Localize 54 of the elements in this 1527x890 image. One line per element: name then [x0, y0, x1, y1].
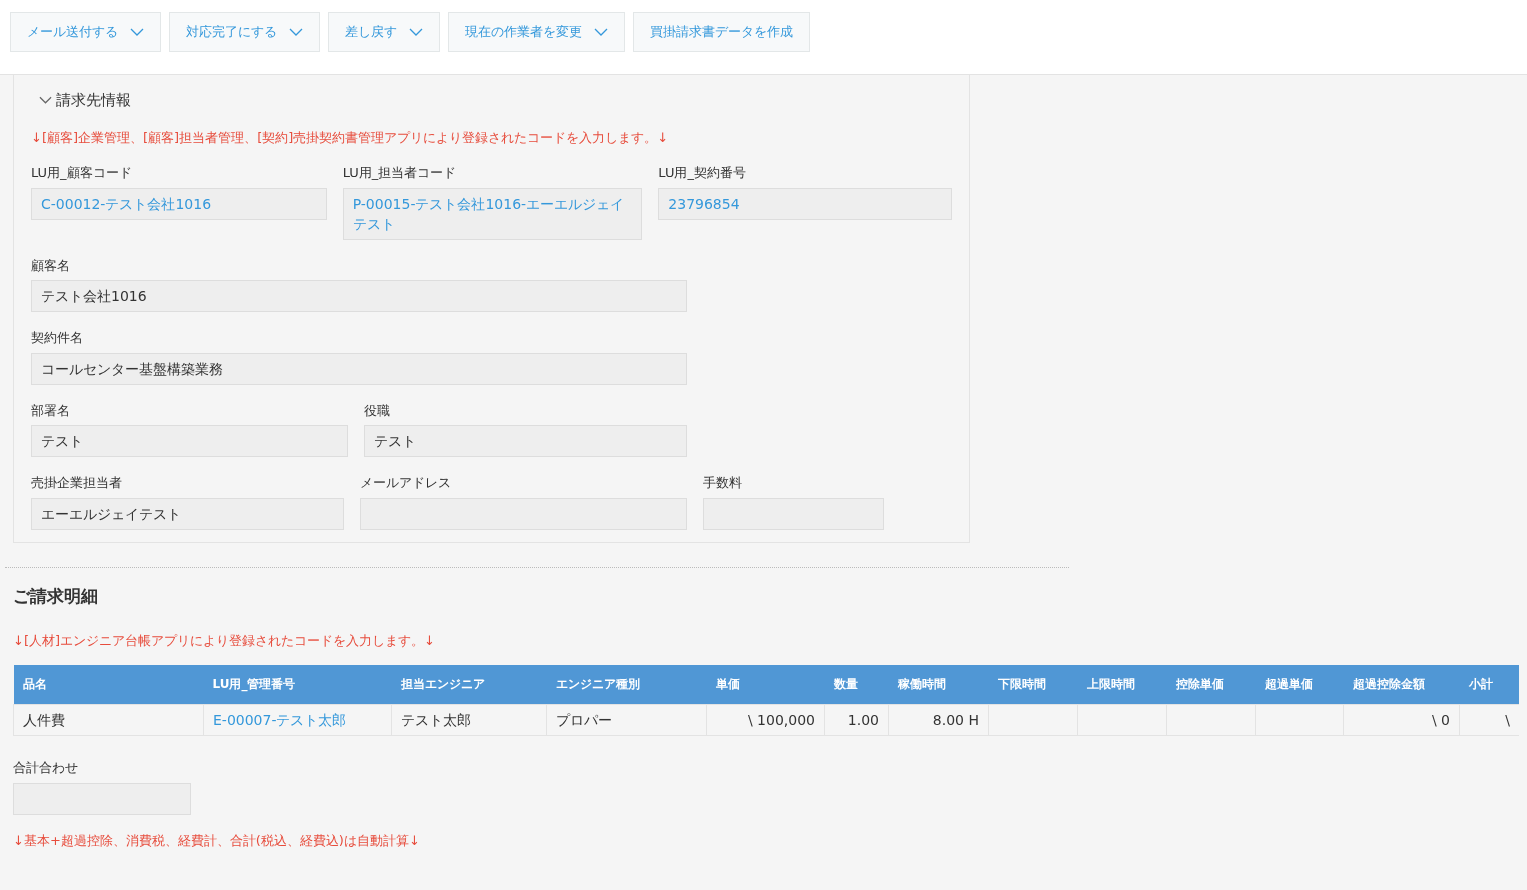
field-label: 売掛企業担当者 — [31, 474, 123, 492]
column-header: 担当エンジニア — [391, 664, 547, 705]
field-label: 契約件名 — [31, 329, 84, 347]
table-cell: 人件費 — [13, 704, 204, 736]
column-header: 上限時間 — [1077, 664, 1167, 705]
field-label: 手数料 — [703, 474, 743, 492]
record-link[interactable]: E-00007-テスト太郎 — [203, 704, 392, 736]
input-field[interactable]: テスト — [364, 425, 687, 457]
column-header: 品名 — [13, 664, 204, 705]
toolbar-button[interactable]: 対応完了にする — [169, 12, 320, 52]
lookup-field[interactable]: C-00012-テスト会社1016 — [31, 187, 327, 220]
notice-text: ↓[人材]エンジニア台帳アプリにより登録されたコードを入力します。↓ — [13, 632, 436, 650]
column-header: エンジニア種別 — [546, 664, 707, 705]
column-header: 超過控除金額 — [1343, 664, 1460, 705]
column-header: 稼働時間 — [888, 664, 989, 705]
toolbar-button[interactable]: 買掛請求書データを作成 — [633, 12, 810, 52]
notice-text: ↓基本+超過控除、消費税、経費計、合計(税込、経費込)は自動計算↓ — [13, 831, 421, 850]
field-label: 顧客名 — [31, 256, 71, 275]
input-field[interactable]: テスト会社1016 — [31, 280, 687, 312]
toolbar-button[interactable]: 現在の作業者を変更 — [448, 12, 625, 52]
input-field[interactable] — [703, 497, 884, 530]
input-field[interactable] — [360, 497, 687, 530]
input-field[interactable]: コールセンター基盤構築業務 — [31, 352, 687, 385]
field-label: LU用_契約番号 — [658, 164, 747, 182]
toolbar-button[interactable]: メール送付する — [10, 12, 161, 52]
column-header: 小計 — [1459, 664, 1519, 705]
table-cell: テスト太郎 — [391, 704, 547, 736]
field-label: メールアドレス — [360, 474, 452, 492]
field-label: 役職 — [364, 401, 391, 420]
input-field[interactable] — [13, 782, 191, 815]
column-header: LU用_管理番号 — [203, 664, 392, 705]
column-header: 控除単価 — [1166, 664, 1256, 705]
toolbar-button[interactable]: 差し戻す — [328, 12, 440, 52]
lookup-field[interactable]: P-00015-テスト会社1016-エーエルジェイテスト — [342, 187, 643, 240]
table-cell: プロパー — [546, 704, 707, 736]
table-cell: \ 100,000 — [706, 704, 825, 736]
column-header: 超過単価 — [1255, 664, 1344, 705]
section-heading: ご請求明細 — [13, 584, 99, 608]
column-header: 下限時間 — [988, 664, 1078, 705]
input-field[interactable]: テスト — [31, 425, 348, 457]
column-header: 単価 — [706, 664, 825, 705]
field-label: 合計合わせ — [13, 759, 79, 777]
table-cell: \ 0 — [1343, 704, 1460, 736]
field-label: 部署名 — [31, 401, 71, 420]
field-label: LU用_顧客コード — [31, 164, 133, 182]
column-header: 数量 — [824, 664, 889, 705]
table-cell: 1.00 — [824, 704, 889, 736]
notice-text: ↓[顧客]企業管理、[顧客]担当者管理、[契約]売掛契約書管理アプリにより登録されたコードを入力します。↓ — [31, 128, 670, 147]
table-cell: 8.00 H — [888, 704, 989, 736]
table-cell: \ — [1459, 704, 1519, 736]
lookup-field[interactable]: 23796854 — [658, 187, 952, 220]
section-title[interactable]: 請求先情報 — [56, 89, 131, 112]
field-label: LU用_担当者コード — [342, 164, 458, 182]
input-field[interactable]: エーエルジェイテスト — [31, 497, 344, 530]
